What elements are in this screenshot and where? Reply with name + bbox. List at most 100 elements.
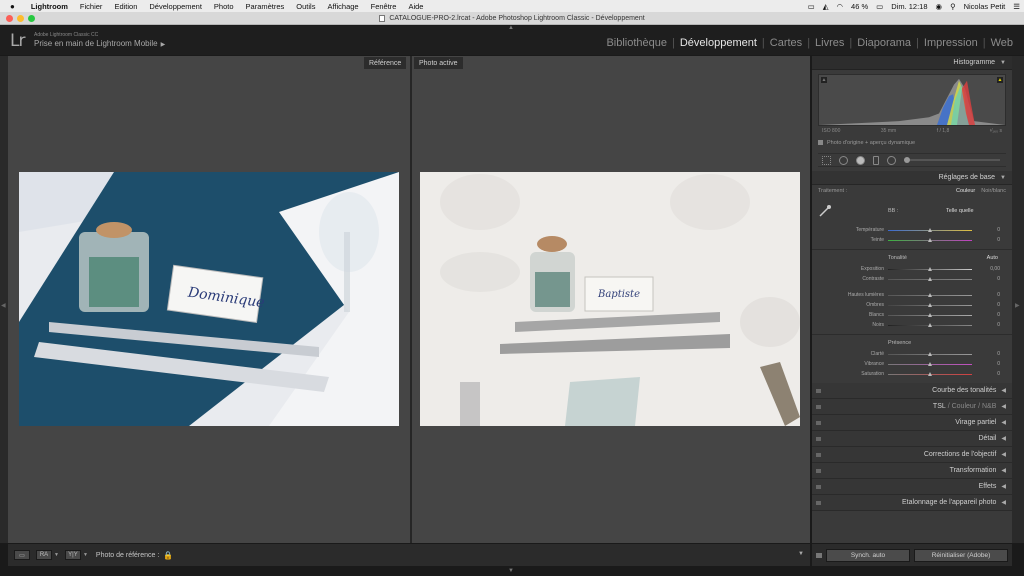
panel-detail[interactable]: Détail ◀ [812,431,1012,447]
module-impression[interactable]: Impression [919,37,983,49]
close-window-button[interactable] [6,15,13,22]
module-livres[interactable]: Livres [810,37,849,49]
panel-title-tsl[interactable]: TSL [933,403,946,410]
active-photo[interactable]: Baptiste [420,172,800,426]
panel-calibration[interactable]: Etalonnage de l'appareil photo ◀ [812,495,1012,511]
module-developpement[interactable]: Développement [675,37,762,49]
slider-tint[interactable]: Teinte 0 [812,235,1012,245]
slider-value[interactable]: 0 [997,361,1000,367]
before-after-button[interactable]: Y|Y [64,550,81,560]
slider-knob[interactable] [928,292,932,297]
menu-app-name[interactable]: Lightroom [25,2,74,11]
user-name[interactable]: Nicolas Petit [960,2,1010,11]
histogram[interactable]: ▲ ▲ [818,74,1006,126]
module-cartes[interactable]: Cartes [765,37,807,49]
original-preview-checkbox[interactable] [818,140,823,145]
slider-value[interactable]: 0 [997,302,1000,308]
original-preview-row[interactable]: Photo d'origine + aperçu dynamique [818,138,1006,147]
slider-track[interactable] [888,227,972,232]
treatment-color-option[interactable]: Couleur [956,188,975,194]
slider-value[interactable]: 0 [997,276,1000,282]
spotlight-search-icon[interactable]: ⚲ [946,2,960,11]
slider-exposure[interactable]: Exposition 0,00 [812,264,1012,274]
reset-button[interactable]: Réinitialiser (Adobe) [914,548,1008,562]
module-diaporama[interactable]: Diaporama [852,37,916,49]
menu-fichier[interactable]: Fichier [74,2,109,11]
white-balance-picker-icon[interactable] [818,204,832,218]
panel-tone-curve[interactable]: Courbe des tonalités ◀ [812,383,1012,399]
basic-panel-header[interactable]: Réglages de base ▼ [812,171,1012,185]
expand-icon[interactable]: ◀ [1001,387,1006,394]
slider-value[interactable]: 0 [997,237,1000,243]
slider-knob[interactable] [928,322,932,327]
slider-track[interactable] [888,266,972,271]
slider-value[interactable]: 0,00 [990,266,1000,272]
identity-plate[interactable]: Prise en main de Lightroom Mobile ▶ [34,39,165,48]
panel-title-color[interactable]: Couleur [952,403,977,410]
lock-icon[interactable]: 🔒 [163,551,173,560]
slider-track[interactable] [888,351,972,356]
slider-track[interactable] [888,312,972,317]
before-after-dropdown-icon[interactable]: ▼ [83,552,88,558]
slider-value[interactable]: 0 [997,351,1000,357]
shadow-clipping-icon[interactable]: ▲ [821,77,827,83]
slider-track[interactable] [888,302,972,307]
slider-track[interactable] [888,276,972,281]
slider-contrast[interactable]: Contraste 0 [812,274,1012,284]
panel-hsl[interactable]: TSL / Couleur / N&B ◀ [812,399,1012,415]
panel-switch[interactable] [816,389,821,393]
expand-icon[interactable]: ◀ [1001,499,1006,506]
panel-switch[interactable] [816,421,821,425]
auto-tone-button[interactable]: Auto [987,255,998,261]
menu-parametres[interactable]: Paramètres [240,2,291,11]
expand-icon[interactable]: ◀ [1001,419,1006,426]
slider-value[interactable]: 0 [997,292,1000,298]
panel-switch[interactable] [816,453,821,457]
slider-highlights[interactable]: Hautes lumières 0 [812,290,1012,300]
slider-track[interactable] [888,371,972,376]
slider-track[interactable] [888,322,972,327]
slider-clarity[interactable]: Clarté 0 [812,349,1012,359]
histogram-collapse-icon[interactable]: ▼ [1000,60,1006,66]
slider-vibrance[interactable]: Vibrance 0 [812,359,1012,369]
radial-filter-icon[interactable] [887,155,896,165]
ra-dropdown-icon[interactable]: ▼ [54,552,59,558]
slider-knob[interactable] [928,227,932,232]
apple-menu-icon[interactable]: ● [0,2,25,11]
sync-switch[interactable] [816,552,822,558]
slider-whites[interactable]: Blancs 0 [812,310,1012,320]
expand-icon[interactable]: ◀ [1001,483,1006,490]
menu-affichage[interactable]: Affichage [321,2,364,11]
reference-photo[interactable]: Dominique [19,172,399,426]
adjustment-brush-slider[interactable] [904,157,1000,163]
clock[interactable]: Dim. 12:18 [887,2,931,11]
slider-knob[interactable] [928,371,932,376]
slider-knob[interactable] [928,266,932,271]
maximize-window-button[interactable] [28,15,35,22]
panel-transform[interactable]: Transformation ◀ [812,463,1012,479]
sync-auto-button[interactable]: Synch. auto [826,548,910,562]
filmstrip-toggle-icon[interactable]: ▼ [508,568,514,574]
panel-switch[interactable] [816,469,821,473]
menu-edition[interactable]: Edition [108,2,143,11]
minimize-window-button[interactable] [17,15,24,22]
panel-split-toning[interactable]: Virage partiel ◀ [812,415,1012,431]
histogram-header[interactable]: Histogramme ▼ [812,56,1012,70]
slider-saturation[interactable]: Saturation 0 [812,369,1012,379]
slider-knob[interactable] [928,351,932,356]
treatment-bw-option[interactable]: Noir/blanc [981,188,1006,194]
slider-knob[interactable] [928,237,932,242]
crop-tool-icon[interactable] [822,155,831,165]
menu-developpement[interactable]: Développement [143,2,208,11]
panel-switch[interactable] [816,501,821,505]
slider-value[interactable]: 0 [997,312,1000,318]
slider-temperature[interactable]: Température 0 [812,225,1012,235]
basic-panel-collapse-icon[interactable]: ▼ [1000,175,1006,181]
left-panel-toggle[interactable]: ◀ [0,56,8,543]
menu-fenetre[interactable]: Fenêtre [365,2,403,11]
siri-icon[interactable]: ◉ [932,2,947,11]
expand-icon[interactable]: ◀ [1001,435,1006,442]
battery-percentage[interactable]: 46 % [847,2,872,11]
panel-effects[interactable]: Effets ◀ [812,479,1012,495]
slider-knob[interactable] [928,312,932,317]
